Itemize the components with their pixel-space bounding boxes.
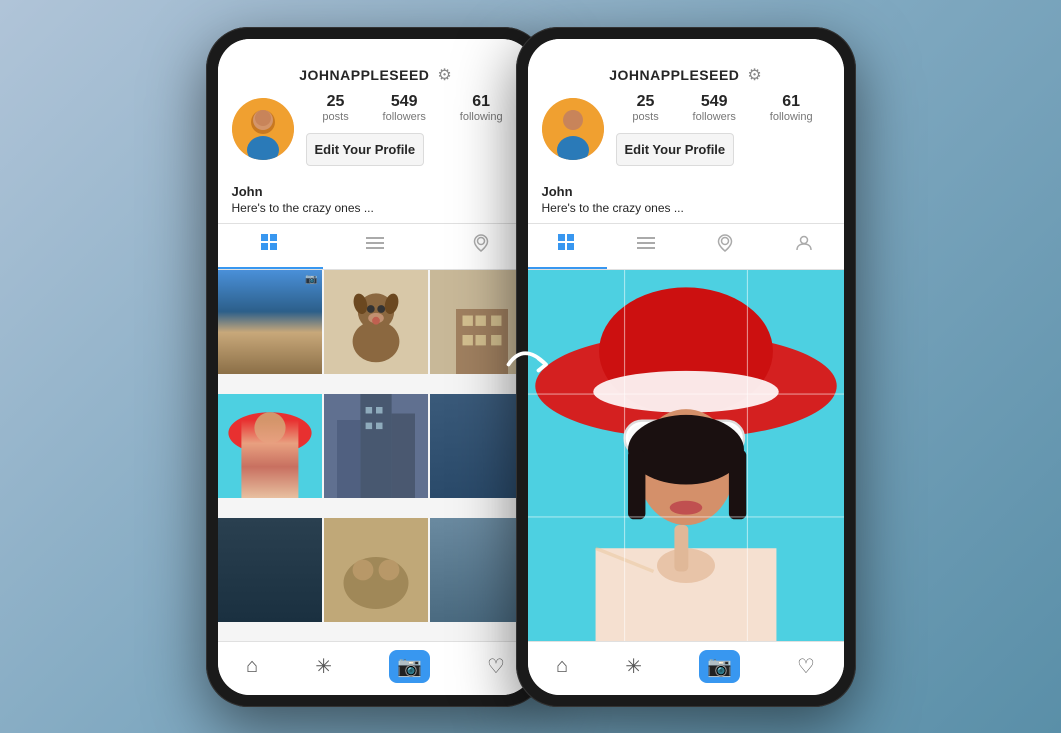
status-bar-right — [528, 39, 844, 59]
following-number-right: 61 — [782, 93, 800, 111]
posts-number-right: 25 — [637, 93, 655, 111]
edit-profile-button-right[interactable]: Edit Your Profile — [616, 133, 735, 166]
list-icon-right — [637, 234, 655, 257]
followers-number-left: 549 — [391, 93, 418, 111]
following-label-left: following — [460, 111, 503, 123]
grid-cell-1[interactable]: 📷 — [218, 270, 322, 374]
posts-number-left: 25 — [327, 93, 345, 111]
home-icon-left[interactable]: ⌂ — [246, 655, 258, 678]
avatar-right — [542, 98, 604, 160]
avatar-stats-row-left: 25 posts 549 followers 61 following — [232, 93, 520, 166]
bottom-nav-right: ⌂ ✳ 📷 ♡ — [528, 641, 844, 695]
list-icon-left — [366, 234, 384, 257]
username-right: JOHNAPPLESEED — [609, 67, 739, 83]
stats-row-left: 25 posts 549 followers 61 following — [306, 93, 520, 123]
status-bar-left — [218, 39, 534, 59]
edit-profile-button-left[interactable]: Edit Your Profile — [306, 133, 425, 166]
phone-right-screen: JOHNAPPLESEED ⚙ — [528, 39, 844, 695]
camera-icon-right[interactable]: 📷 — [699, 650, 740, 683]
followers-number-right: 549 — [701, 93, 728, 111]
grid-cell-8[interactable] — [324, 518, 428, 622]
tab-list-right[interactable] — [607, 224, 686, 269]
person-icon-right — [795, 234, 813, 257]
tab-bar-right — [528, 223, 844, 270]
tab-grid-right[interactable] — [528, 224, 607, 269]
stats-container-left: 25 posts 549 followers 61 following — [306, 93, 520, 166]
stats-container-right: 25 posts 549 followers 61 following — [616, 93, 830, 166]
stat-following-left[interactable]: 61 following — [460, 93, 503, 123]
grid-cell-2[interactable] — [324, 270, 428, 374]
heart-icon-left[interactable]: ♡ — [487, 654, 505, 679]
gear-icon-right[interactable]: ⚙ — [747, 65, 761, 85]
username-left: JOHNAPPLESEED — [299, 67, 429, 83]
posts-label-right: posts — [632, 111, 658, 123]
bio-name-right: John — [542, 184, 830, 199]
phone-left-screen: JOHNAPPLESEED ⚙ — [218, 39, 534, 695]
following-number-left: 61 — [472, 93, 490, 111]
tab-list-left[interactable] — [323, 224, 428, 269]
home-icon-right[interactable]: ⌂ — [556, 655, 568, 678]
grid-icon-right — [558, 234, 576, 257]
location-icon-left — [472, 234, 490, 257]
bottom-nav-left: ⌂ ✳ 📷 ♡ — [218, 641, 534, 695]
explore-icon-right[interactable]: ✳ — [625, 654, 642, 679]
profile-header-left: JOHNAPPLESEED ⚙ — [218, 59, 534, 184]
stat-following-right[interactable]: 61 following — [770, 93, 813, 123]
tab-bar-left — [218, 223, 534, 270]
tab-location-right[interactable] — [686, 224, 765, 269]
bio-section-right: John Here's to the crazy ones ... — [528, 184, 844, 223]
tab-person-right[interactable] — [765, 224, 844, 269]
big-image-right — [528, 270, 844, 641]
camera-overlay-1: 📷 — [305, 274, 317, 285]
followers-label-right: followers — [693, 111, 736, 123]
grid-cell-4[interactable] — [218, 394, 322, 498]
bio-text-left: Here's to the crazy ones ... — [232, 201, 520, 215]
username-row-right: JOHNAPPLESEED ⚙ — [542, 65, 830, 85]
stat-posts-left[interactable]: 25 posts — [322, 93, 348, 123]
stats-row-right: 25 posts 549 followers 61 following — [616, 93, 830, 123]
username-row-left: JOHNAPPLESEED ⚙ — [232, 65, 520, 85]
gear-icon-left[interactable]: ⚙ — [437, 65, 451, 85]
avatar-stats-row-right: 25 posts 549 followers 61 following — [542, 93, 830, 166]
explore-icon-left[interactable]: ✳ — [315, 654, 332, 679]
bio-section-left: John Here's to the crazy ones ... — [218, 184, 534, 223]
grid-cell-7[interactable] — [218, 518, 322, 622]
bio-text-right: Here's to the crazy ones ... — [542, 201, 830, 215]
tab-grid-left[interactable] — [218, 224, 323, 269]
avatar-left — [232, 98, 294, 160]
grid-icon-left — [261, 234, 279, 257]
grid-cell-5[interactable] — [324, 394, 428, 498]
stat-followers-right[interactable]: 549 followers — [693, 93, 736, 123]
stat-posts-right[interactable]: 25 posts — [632, 93, 658, 123]
following-label-right: following — [770, 111, 813, 123]
phones-container: JOHNAPPLESEED ⚙ — [206, 27, 856, 707]
heart-icon-right[interactable]: ♡ — [797, 654, 815, 679]
phone-left: JOHNAPPLESEED ⚙ — [206, 27, 546, 707]
bio-name-left: John — [232, 184, 520, 199]
posts-label-left: posts — [322, 111, 348, 123]
stat-followers-left[interactable]: 549 followers — [383, 93, 426, 123]
profile-header-right: JOHNAPPLESEED ⚙ — [528, 59, 844, 184]
followers-label-left: followers — [383, 111, 426, 123]
photo-grid-left: 📷 — [218, 270, 534, 641]
location-icon-right — [716, 234, 734, 257]
arrow-container — [501, 334, 561, 399]
camera-icon-left[interactable]: 📷 — [389, 650, 430, 683]
phone-right: JOHNAPPLESEED ⚙ — [516, 27, 856, 707]
